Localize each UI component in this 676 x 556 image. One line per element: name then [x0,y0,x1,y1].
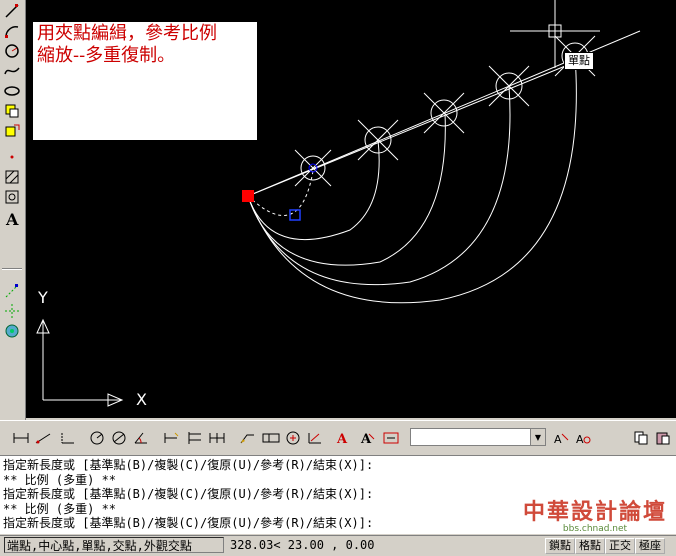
grip-marker-4[interactable] [488,65,530,107]
drawing-canvas[interactable]: 用夾點編緝，參考比例 縮放--多重復制。 單點 Y X [26,0,676,418]
snap-toggle-button[interactable]: 鎖點 [545,538,575,554]
ucs-x-label: X [136,390,147,409]
snap-midpoint-icon[interactable] [2,302,22,320]
dimension-update-icon[interactable]: A [358,429,376,447]
copy-clip-icon[interactable] [632,429,650,447]
scale-ray-line[interactable] [247,61,576,197]
ordinate-dimension-icon[interactable] [58,429,76,447]
spline-icon[interactable] [2,62,22,80]
ellipse-icon[interactable] [2,82,22,100]
watermark-url: bbs.chnad.net [562,524,628,534]
status-bar: 端點,中心點,單點,交點,外觀交點 328.03< 23.00 , 0.00 鎖… [0,535,676,556]
continue-dimension-icon[interactable] [208,429,226,447]
arc-copy-1[interactable] [247,139,380,241]
tolerance-icon[interactable] [262,429,280,447]
svg-text:A: A [336,432,348,445]
command-line: 指定新長度或 [基準點(B)/複製(C)/復原(U)/參考(R)/結束(X)]: [3,487,374,501]
circle-icon[interactable] [2,42,22,60]
status-toggle-group: 鎖點 格點 正交 極座 [545,537,665,554]
command-line: ** 比例 (多重) ** [3,501,117,516]
arc-copy-4[interactable] [247,55,577,304]
center-mark-icon[interactable] [284,429,302,447]
command-line: 指定新長度或 [基準點(B)/複製(C)/復原(U)/參考(R)/結束(X)]: [3,458,374,472]
dimension-text-edit-icon[interactable]: A [334,429,352,447]
snap-center-icon[interactable] [2,322,22,340]
arc-icon[interactable] [2,22,22,40]
angular-dimension-icon[interactable] [132,429,150,447]
leader-icon[interactable] [238,429,256,447]
svg-text:A: A [360,432,372,445]
command-window[interactable]: 指定新長度或 [基準點(B)/複製(C)/復原(U)/參考(R)/結束(X)]:… [0,455,676,534]
dimension-edit-icon[interactable] [306,429,324,447]
osnap-tooltip: 單點 [564,52,594,70]
grip-marker-1[interactable] [294,149,332,187]
command-history: 指定新長度或 [基準點(B)/複製(C)/復原(U)/參考(R)/結束(X)]:… [3,458,373,531]
ortho-toggle-button[interactable]: 正交 [605,538,635,554]
ucs-icon [36,318,124,407]
arc-copy-3[interactable] [247,85,511,286]
linear-dimension-icon[interactable] [12,429,30,447]
hatch-icon[interactable] [2,168,22,186]
hot-grip[interactable] [242,190,254,202]
grid-toggle-button[interactable]: 格點 [575,538,605,554]
dimension-toolbar: A A ▼ A A [0,420,676,456]
watermark-title: 中華設計論壇 [522,499,667,525]
arc-copy-2[interactable] [247,112,446,266]
dimension-style-apply-icon[interactable]: A [552,429,570,447]
snap-endpoint-icon[interactable] [2,282,22,300]
quick-dimension-icon[interactable] [162,429,180,447]
polar-toggle-button[interactable]: 極座 [635,538,665,554]
note-line-2: 縮放--多重復制。 [37,45,176,66]
svg-text:A: A [554,433,562,445]
grip-marker-2[interactable] [357,119,399,161]
region-icon[interactable] [2,188,22,206]
forum-watermark-logo: 中華設計論壇 bbs.chnad.net [520,500,670,534]
dimension-style-icon[interactable] [382,429,400,447]
line-icon[interactable] [2,2,22,20]
command-prompt[interactable]: 指定新長度或 [基準點(B)/複製(C)/復原(U)/參考(R)/結束(X)]: [3,516,373,531]
dimension-style-dropdown[interactable]: ▼ [410,428,546,446]
osnap-status-text: 端點,中心點,單點,交點,外觀交點 [4,537,224,553]
insert-block-icon[interactable] [2,102,22,120]
coordinate-readout[interactable]: 328.03< 23.00 , 0.00 [228,537,375,553]
grip-marker-3[interactable] [423,92,465,134]
point-icon[interactable] [2,148,22,166]
text-icon[interactable]: A [2,210,22,228]
svg-text:A: A [576,433,584,445]
make-block-icon[interactable] [2,122,22,140]
radius-dimension-icon[interactable] [88,429,106,447]
svg-text:A: A [5,210,19,228]
draw-toolbar: A [0,0,26,420]
cold-grip[interactable] [289,209,301,221]
command-line: ** 比例 (多重) ** [3,472,117,487]
ucs-y-label: Y [38,288,48,307]
diameter-dimension-icon[interactable] [110,429,128,447]
note-line-1: 用夾點編緝，參考比例 [37,23,217,44]
baseline-dimension-icon[interactable] [186,429,204,447]
chevron-down-icon[interactable]: ▼ [530,429,545,445]
dimension-style-manager-icon[interactable]: A [574,429,592,447]
annotation-note: 用夾點編緝，參考比例 縮放--多重復制。 [33,22,257,140]
paste-icon[interactable] [654,429,672,447]
aligned-dimension-icon[interactable] [34,429,52,447]
